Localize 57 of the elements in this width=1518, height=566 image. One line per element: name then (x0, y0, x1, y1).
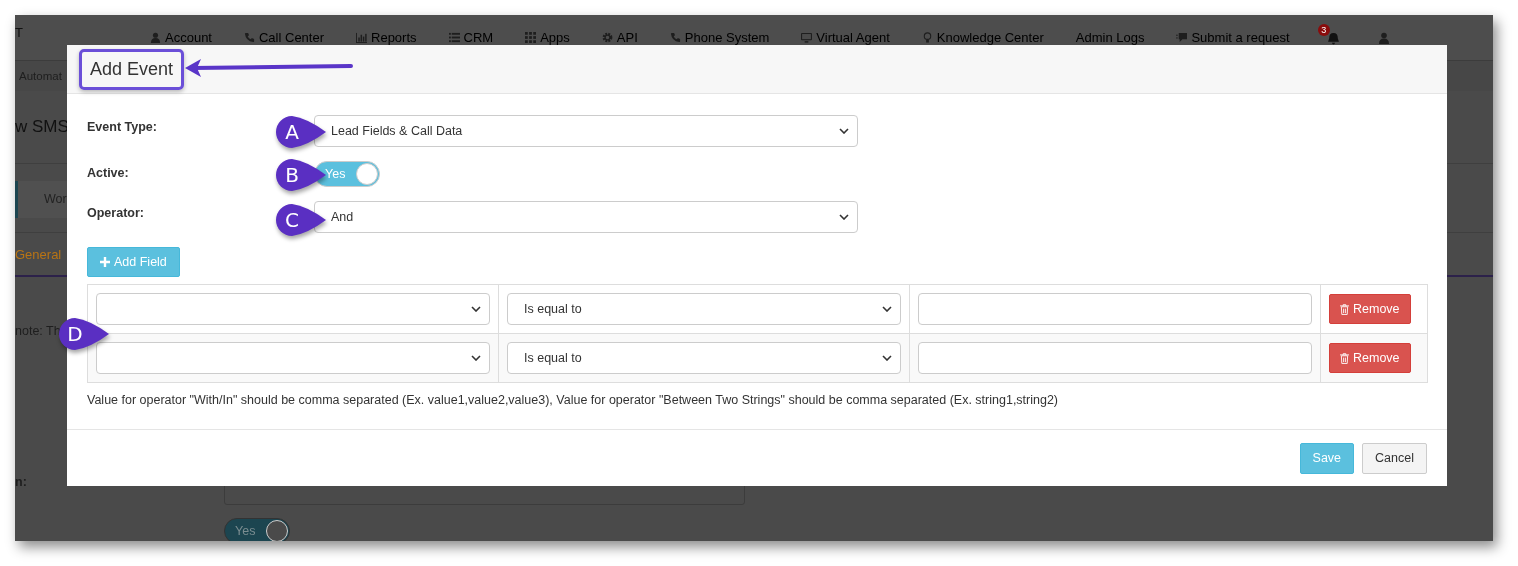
chevron-down-icon (839, 214, 849, 220)
trash-icon (1340, 352, 1349, 364)
callout-tooltip: A (275, 115, 327, 149)
list-icon (448, 32, 460, 43)
chat-icon (1176, 32, 1188, 43)
nav-link[interactable]: Reports (356, 30, 417, 45)
phone-icon (669, 32, 681, 43)
chevron-down-icon (882, 355, 892, 361)
dropdown-select[interactable]: Is equal to (507, 293, 901, 325)
nav-link[interactable]: Call Center (244, 30, 324, 45)
form-label: Event Type: (87, 120, 157, 134)
section-tab[interactable]: General (15, 246, 62, 262)
dropdown-select[interactable]: And (314, 201, 858, 233)
dropdown-select[interactable] (96, 342, 490, 374)
notification-count-badge: 3 (1317, 24, 1330, 36)
dropdown-select[interactable]: Lead Fields & Call Data (314, 115, 858, 147)
bars-icon (356, 32, 367, 43)
nav-link[interactable]: CRM (448, 30, 494, 45)
callout-tooltip: D (58, 317, 110, 351)
brand-text: T (15, 25, 23, 40)
nav-link[interactable]: API (601, 30, 638, 45)
user-icon[interactable] (1377, 31, 1390, 44)
trash-icon (1340, 303, 1349, 315)
phone-icon (244, 32, 255, 43)
dropdown-select[interactable] (96, 293, 490, 325)
user-icon (150, 32, 161, 43)
chevron-down-icon (471, 355, 481, 361)
bulb-icon (921, 32, 933, 43)
remove-button[interactable]: Remove (1329, 343, 1411, 373)
gear-icon (601, 32, 613, 43)
hint-text: Value for operator "With/In" should be comma separated (Ex. value1,value2,value3), Value for operator "Between Two Strings" should be comma separated (Ex. string1,string2) (87, 393, 1060, 407)
nav-link[interactable]: Admin Logs (1075, 30, 1145, 45)
plus-icon (100, 257, 110, 267)
remove-button[interactable]: Remove (1329, 294, 1411, 324)
chevron-down-icon (471, 306, 481, 312)
dialog-title: Add Event (79, 49, 185, 90)
nav-link[interactable]: Phone System (669, 30, 770, 45)
add-field-button[interactable]: Add Field (87, 247, 180, 277)
toggle-switch[interactable]: Yes (224, 518, 290, 541)
notification-bell-icon[interactable] (1326, 32, 1340, 45)
form-label: Active: (87, 166, 129, 180)
callout-tooltip: C (275, 203, 327, 237)
chevron-down-icon (882, 306, 892, 312)
nav-link[interactable]: Account (150, 30, 212, 45)
nav-link[interactable]: Apps (525, 30, 570, 45)
monitor-icon (801, 32, 813, 43)
toggle-switch[interactable]: Yes (314, 161, 380, 187)
grid-icon (525, 32, 537, 43)
nav-link[interactable]: Virtual Agent (801, 30, 890, 45)
page-heading: w SMS (15, 117, 69, 137)
form-label: Operator: (87, 206, 144, 220)
dropdown-select[interactable]: Is equal to (507, 342, 901, 374)
nav-link[interactable]: Submit a request (1176, 30, 1290, 45)
save-button[interactable]: Save (1299, 442, 1355, 474)
chevron-down-icon (839, 128, 849, 134)
nav-link[interactable]: Knowledge Center (921, 30, 1044, 45)
cancel-button[interactable]: Cancel (1362, 442, 1427, 474)
